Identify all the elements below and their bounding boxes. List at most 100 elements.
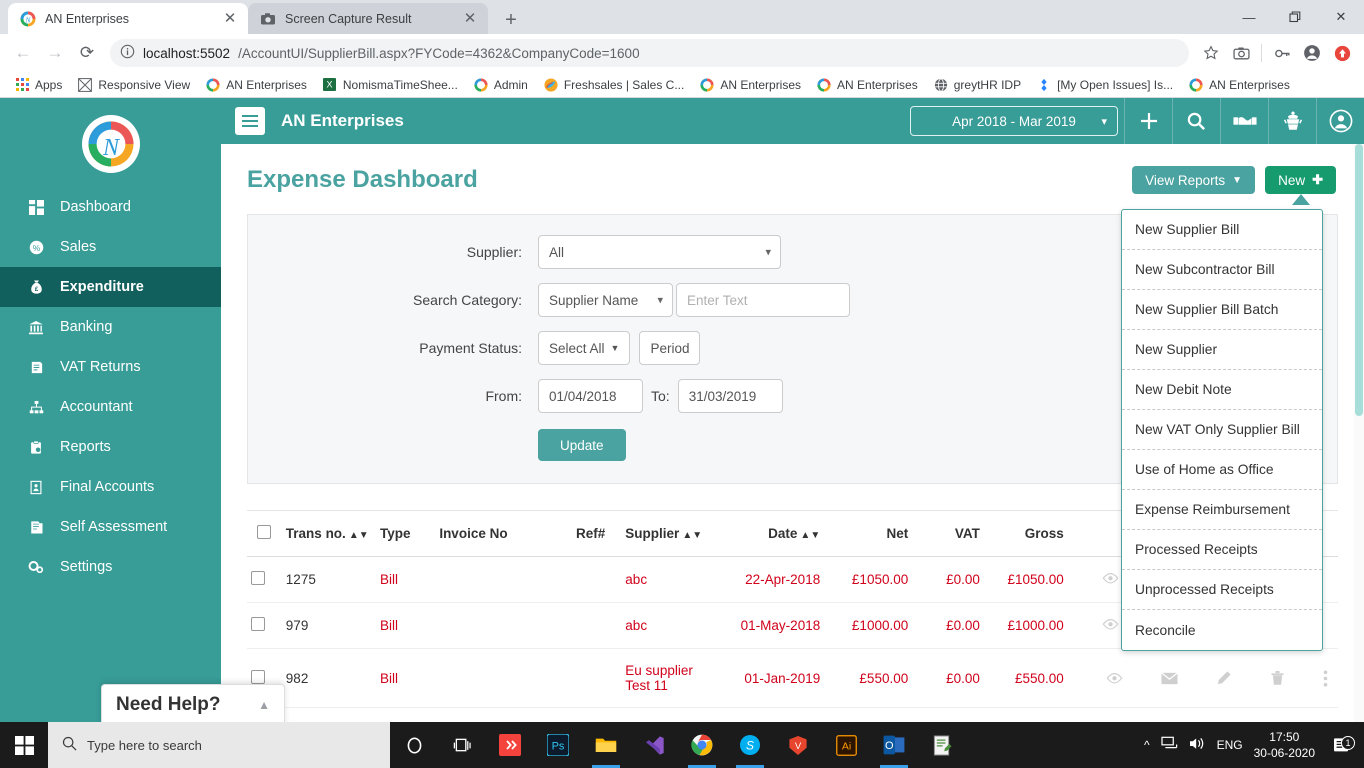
menu-item-new-supplier[interactable]: New Supplier	[1122, 330, 1322, 370]
fiscal-year-select[interactable]: Apr 2018 - Mar 2019 ▾	[910, 106, 1118, 136]
bookmark-an-enterprises-1[interactable]: AN Enterprises	[199, 75, 313, 95]
search-text-input[interactable]: Enter Text	[676, 283, 850, 317]
to-date-input[interactable]: 31/03/2019	[677, 379, 783, 413]
vuze-icon[interactable]: V	[774, 722, 822, 768]
browser-tab-screen-capture[interactable]: Screen Capture Result ✕	[248, 3, 488, 34]
photoshop-icon[interactable]: Ps	[534, 722, 582, 768]
browser-tab-an-enterprises[interactable]: N AN Enterprises ✕	[8, 3, 248, 34]
bookmark-responsive-view[interactable]: Responsive View	[71, 75, 196, 95]
cortana-icon[interactable]	[390, 722, 438, 768]
file-explorer-icon[interactable]	[582, 722, 630, 768]
forward-button[interactable]: →	[40, 38, 70, 68]
chrome-icon[interactable]	[678, 722, 726, 768]
close-icon[interactable]: ✕	[222, 11, 238, 26]
reload-button[interactable]: ⟳	[72, 38, 102, 68]
bookmark-my-open-issues[interactable]: [My Open Issues] Is...	[1030, 75, 1179, 95]
search-category-select[interactable]: Supplier Name ▾	[538, 283, 673, 317]
payment-status-dropdown[interactable]: Select All ▼	[538, 331, 631, 365]
menu-item-new-debit-note[interactable]: New Debit Note	[1122, 370, 1322, 410]
sidebar-item-sales[interactable]: % Sales	[0, 227, 221, 267]
close-button[interactable]: ✕	[1318, 0, 1364, 34]
sidebar-item-dashboard[interactable]: Dashboard	[0, 187, 221, 227]
search-icon[interactable]	[1172, 98, 1220, 144]
update-button[interactable]: Update	[538, 429, 626, 461]
page-scrollbar[interactable]	[1354, 144, 1364, 728]
back-button[interactable]: ←	[8, 38, 38, 68]
from-date-input[interactable]: 01/04/2018	[538, 379, 643, 413]
edit-icon[interactable]	[1216, 670, 1232, 686]
outlook-icon[interactable]: O	[870, 722, 918, 768]
language-indicator[interactable]: ENG	[1217, 738, 1243, 752]
tray-expand-icon[interactable]: ^	[1144, 738, 1150, 752]
address-bar[interactable]: localhost:5502/AccountUI/SupplierBill.as…	[110, 39, 1189, 67]
menu-item-expense-reimbursement[interactable]: Expense Reimbursement	[1122, 490, 1322, 530]
notepad-icon[interactable]	[918, 722, 966, 768]
windows-start-icon[interactable]	[0, 722, 48, 768]
skype-icon[interactable]: S	[726, 722, 774, 768]
user-avatar-icon[interactable]	[1316, 98, 1364, 144]
menu-item-use-of-home-as-office[interactable]: Use of Home as Office	[1122, 450, 1322, 490]
view-reports-button[interactable]: View Reports ▼	[1132, 166, 1256, 194]
menu-item-new-supplier-bill[interactable]: New Supplier Bill	[1122, 210, 1322, 250]
vscode-icon[interactable]	[630, 722, 678, 768]
supplier-select[interactable]: All ▾	[538, 235, 781, 269]
row-checkbox[interactable]	[251, 617, 265, 631]
column-trans-no[interactable]: Trans no. ▲▼	[281, 511, 376, 557]
plus-icon[interactable]	[1124, 98, 1172, 144]
view-icon[interactable]	[1106, 672, 1123, 685]
sidebar-item-reports[interactable]: Reports	[0, 427, 221, 467]
bookmark-nomisma-timesheet[interactable]: X NomismaTimeShee...	[316, 75, 464, 95]
sidebar-item-final-accounts[interactable]: Final Accounts	[0, 467, 221, 507]
menu-item-new-vat-only-supplier-bill[interactable]: New VAT Only Supplier Bill	[1122, 410, 1322, 450]
column-date[interactable]: Date ▲▼	[721, 511, 825, 557]
more-icon[interactable]	[1323, 670, 1328, 687]
select-all-checkbox[interactable]	[257, 525, 272, 539]
taskbar-search[interactable]: Type here to search	[48, 722, 390, 768]
info-circle-icon[interactable]	[120, 44, 135, 62]
update-icon[interactable]	[1328, 39, 1356, 67]
sidebar-item-accountant[interactable]: Accountant	[0, 387, 221, 427]
view-icon[interactable]	[1102, 572, 1119, 585]
profile-icon[interactable]	[1298, 39, 1326, 67]
view-icon[interactable]	[1102, 618, 1119, 631]
column-supplier[interactable]: Supplier ▲▼	[609, 511, 722, 557]
bookmark-an-enterprises-3[interactable]: AN Enterprises	[810, 75, 924, 95]
bookmark-freshsales[interactable]: Freshsales | Sales C...	[537, 75, 691, 95]
camera-icon[interactable]	[1227, 39, 1255, 67]
illustrator-icon[interactable]: Ai	[822, 722, 870, 768]
key-icon[interactable]	[1268, 39, 1296, 67]
sidebar-item-vat-returns[interactable]: VAT Returns	[0, 347, 221, 387]
email-icon[interactable]	[1160, 671, 1178, 685]
task-view-icon[interactable]	[438, 722, 486, 768]
delete-icon[interactable]	[1270, 670, 1285, 686]
bookmark-an-enterprises-4[interactable]: AN Enterprises	[1182, 75, 1296, 95]
period-button[interactable]: Period	[639, 331, 701, 365]
volume-icon[interactable]	[1189, 736, 1206, 754]
sidebar-item-banking[interactable]: Banking	[0, 307, 221, 347]
bookmark-an-enterprises-2[interactable]: AN Enterprises	[693, 75, 807, 95]
app-red-icon[interactable]	[486, 722, 534, 768]
handshake-icon[interactable]	[1220, 98, 1268, 144]
menu-item-reconcile[interactable]: Reconcile	[1122, 610, 1322, 650]
row-checkbox[interactable]	[251, 669, 265, 684]
network-icon[interactable]	[1160, 736, 1178, 754]
bookmark-greythr-idp[interactable]: greytHR IDP	[927, 75, 1027, 95]
menu-item-new-supplier-bill-batch[interactable]: New Supplier Bill Batch	[1122, 290, 1322, 330]
row-checkbox[interactable]	[251, 571, 265, 585]
sidebar-item-self-assessment[interactable]: Self Assessment	[0, 507, 221, 547]
taskbar-clock[interactable]: 17:50 30-06-2020	[1254, 729, 1315, 761]
new-button[interactable]: New ✚	[1265, 166, 1336, 205]
minimize-button[interactable]: —	[1226, 0, 1272, 34]
hamburger-icon[interactable]	[235, 107, 265, 135]
star-icon[interactable]	[1197, 39, 1225, 67]
notifications-icon[interactable]: 1	[1326, 735, 1356, 754]
sidebar-item-expenditure[interactable]: £ Expenditure	[0, 267, 221, 307]
new-tab-button[interactable]: +	[498, 10, 524, 30]
close-icon[interactable]: ✕	[462, 11, 478, 26]
chevron-up-icon[interactable]: ▲	[258, 698, 270, 712]
bookmark-apps[interactable]: Apps	[8, 75, 68, 95]
maximize-button[interactable]	[1272, 0, 1318, 34]
crown-icon[interactable]	[1268, 98, 1316, 144]
bookmark-admin[interactable]: Admin	[467, 75, 534, 95]
menu-item-processed-receipts[interactable]: Processed Receipts	[1122, 530, 1322, 570]
